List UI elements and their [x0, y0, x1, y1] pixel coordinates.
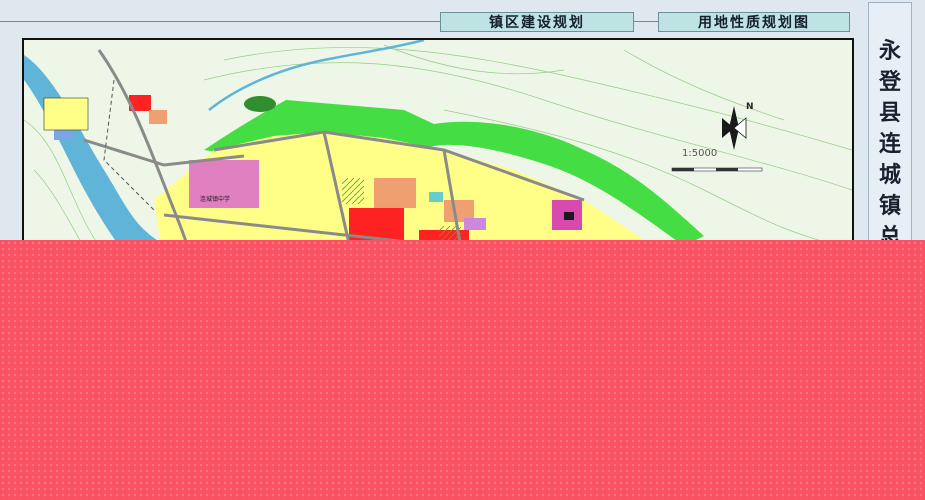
title-char-4: 连 [878, 132, 901, 157]
mixed-block-1 [374, 178, 416, 208]
title-char-3: 县 [878, 101, 901, 126]
title-char-2: 登 [878, 70, 901, 95]
scale-label: 1:5000 [682, 148, 718, 159]
lilac-block [464, 218, 486, 230]
hill-feature [244, 96, 276, 112]
park-1 [342, 178, 364, 204]
vertical-title-panel: 永 登 县 连 城 镇 总 体 [868, 2, 912, 281]
header-rule-left [0, 21, 440, 22]
land-use-map: N 1:5000 连城镇中学 [22, 38, 854, 268]
title-char-5: 城 [878, 163, 901, 188]
campus-label: 连城镇中学 [200, 196, 231, 203]
scale-bar-graphic [671, 167, 763, 172]
tab-land-use-plan[interactable]: 用地性质规划图 [658, 12, 850, 32]
north-label: N [746, 102, 754, 112]
red-redaction-overlay [0, 240, 925, 500]
title-char-1: 永 [878, 39, 901, 64]
header-rule-mid [634, 21, 658, 22]
tab-town-construction-plan[interactable]: 镇区建设规划 [440, 12, 634, 32]
mixed-block-3 [149, 110, 167, 124]
cyan-block [429, 192, 443, 202]
small-residential [43, 97, 89, 131]
title-char-6: 镇 [878, 194, 901, 219]
land-use-map-graphic [24, 40, 852, 266]
sports-field [564, 212, 574, 220]
